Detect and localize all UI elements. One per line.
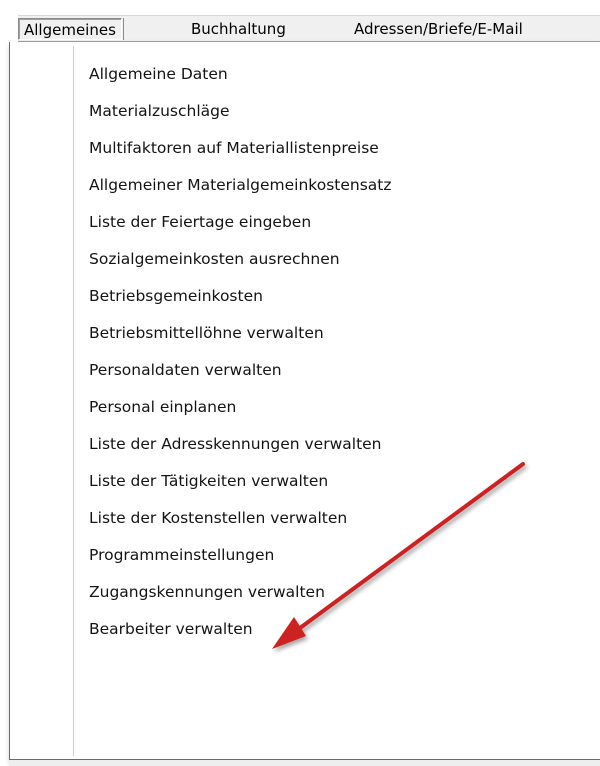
allgemeines-dropdown-menu: Allgemeine Daten Materialzuschläge Multi…: [9, 42, 600, 760]
menu-item-kostenstellen[interactable]: Liste der Kostenstellen verwalten: [10, 500, 600, 537]
menu-item-betriebsmittelloehne[interactable]: Betriebsmittellöhne verwalten: [10, 315, 600, 352]
underlying-window-strip: [9, 760, 600, 766]
menu-item-multifaktoren[interactable]: Multifaktoren auf Materiallistenpreise: [10, 130, 600, 167]
menu-item-adresskennungen[interactable]: Liste der Adresskennungen verwalten: [10, 426, 600, 463]
menu-item-feiertage[interactable]: Liste der Feiertage eingeben: [10, 204, 600, 241]
menu-item-bearbeiter[interactable]: Bearbeiter verwalten: [10, 611, 600, 648]
screenshot-stage: Allgemeines Buchhaltung Adressen/Briefe/…: [0, 0, 600, 766]
menu-buchhaltung[interactable]: Buchhaltung: [191, 18, 286, 40]
dropdown-item-list: Allgemeine Daten Materialzuschläge Multi…: [10, 56, 600, 648]
menu-item-personal-einplanen[interactable]: Personal einplanen: [10, 389, 600, 426]
menu-item-programmeinstellungen[interactable]: Programmeinstellungen: [10, 537, 600, 574]
menu-item-sozialgemeinkosten[interactable]: Sozialgemeinkosten ausrechnen: [10, 241, 600, 278]
menu-item-materialgemeinkostensatz[interactable]: Allgemeiner Materialgemeinkostensatz: [10, 167, 600, 204]
menu-item-materialzuschlaege[interactable]: Materialzuschläge: [10, 93, 600, 130]
menu-allgemeines[interactable]: Allgemeines: [18, 18, 124, 40]
menu-item-allgemeine-daten[interactable]: Allgemeine Daten: [10, 56, 600, 93]
menu-item-zugangskennungen[interactable]: Zugangskennungen verwalten: [10, 574, 600, 611]
menu-item-taetigkeiten[interactable]: Liste der Tätigkeiten verwalten: [10, 463, 600, 500]
menu-bar: Allgemeines Buchhaltung Adressen/Briefe/…: [18, 15, 600, 42]
menu-item-betriebsgemeinkosten[interactable]: Betriebsgemeinkosten: [10, 278, 600, 315]
menu-adressen-briefe-email[interactable]: Adressen/Briefe/E-Mail: [354, 18, 523, 40]
menu-item-personaldaten[interactable]: Personaldaten verwalten: [10, 352, 600, 389]
